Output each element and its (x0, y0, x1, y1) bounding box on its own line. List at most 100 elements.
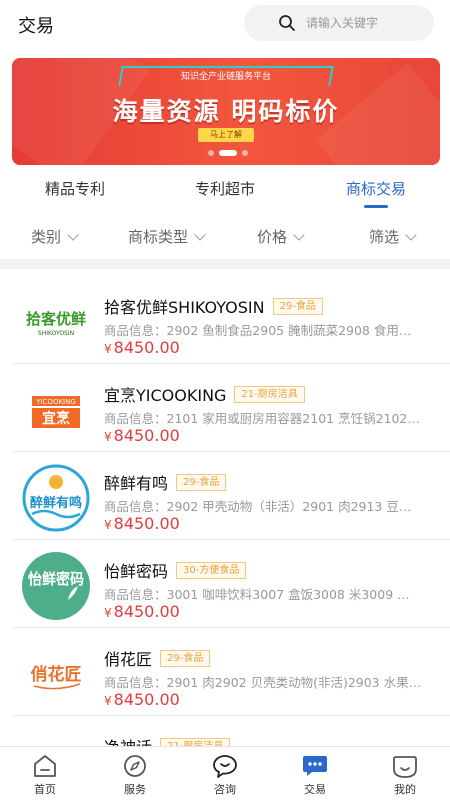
product-info: 商品信息：2902 鱼制食品2905 腌制蔬菜2908 食用… (104, 323, 412, 338)
nav-label: 首页 (34, 783, 56, 796)
chevron-down-icon (405, 228, 417, 241)
price: ¥8450.00 (104, 338, 180, 357)
list-item[interactable]: 净神话 21-厨房洁具 (0, 716, 450, 746)
nav-profile[interactable]: 我的 (360, 747, 450, 800)
top-bar: 交易 (0, 0, 450, 46)
price: ¥8450.00 (104, 426, 180, 445)
category-tag: 29-食品 (176, 474, 227, 491)
pagination-dot[interactable] (242, 150, 248, 156)
trademark-name: 净神话 21-厨房洁具 (104, 734, 231, 746)
price-value: 8450.00 (113, 690, 180, 709)
trademark-name-text: 拾客优鲜SHIKOYOSIN (104, 298, 265, 317)
product-info: 商品信息：2901 肉2902 贝壳类动物(非活)2903 水果… (104, 675, 422, 690)
trademark-name: 俏花匠 29-食品 (104, 646, 211, 670)
trademark-name-text: 醉鲜有鸣 (104, 474, 169, 493)
search-input[interactable] (306, 16, 426, 30)
trademark-logo: 俏花匠 (16, 638, 96, 710)
banner-pagination (208, 150, 248, 156)
trademark-logo: 怡鲜密码 (16, 550, 96, 622)
trademark-logo: 拾客优鲜 SHIKOYOSIN (16, 286, 96, 358)
product-info: 商品信息：2902 甲壳动物（非活）2901 肉2913 豆腐… (104, 499, 422, 514)
currency-symbol: ¥ (104, 518, 112, 532)
price-value: 8450.00 (113, 426, 180, 445)
product-info: 商品信息：2101 家用或厨房用容器2101 烹饪锅2102 … (104, 411, 422, 426)
logo-text: 醉鲜有鸣 (30, 495, 82, 511)
logo-text: 拾客优鲜 (26, 310, 86, 328)
category-tag: 21-厨房洁具 (234, 386, 305, 403)
category-tag: 30-方便食品 (176, 562, 247, 579)
bottom-navigation: 首页 服务 咨询 交易 我的 (0, 746, 450, 800)
trade-icon (303, 756, 327, 776)
filter-price[interactable]: 价格 (257, 226, 305, 247)
promo-banner[interactable]: 知识全产业链服务平台 海量资源 明码标价 马上了解 (12, 58, 440, 165)
trademark-name: 醉鲜有鸣 29-食品 (104, 470, 227, 494)
trademark-logo: 醉鲜有鸣 (16, 462, 96, 534)
logo-subtext: SHIKOYOSIN (38, 330, 74, 337)
tab-trademark-trade[interactable]: 商标交易 (346, 178, 406, 199)
price: ¥8450.00 (104, 602, 180, 621)
trademark-name: 拾客优鲜SHIKOYOSIN 29-食品 (104, 294, 323, 318)
price: ¥8450.00 (104, 514, 180, 533)
page-title: 交易 (18, 16, 54, 37)
search-box[interactable] (244, 5, 434, 41)
banner-cta-button[interactable]: 马上了解 (198, 128, 254, 142)
price-value: 8450.00 (113, 338, 180, 357)
filter-label: 价格 (257, 228, 288, 246)
category-tabs: 精品专利 专利超市 商标交易 (0, 168, 450, 210)
trademark-name-text: 俏花匠 (104, 650, 153, 669)
category-tag: 21-厨房洁具 (160, 738, 231, 746)
price-value: 8450.00 (113, 602, 180, 621)
currency-symbol: ¥ (104, 342, 112, 356)
filter-category[interactable]: 类别 (31, 226, 79, 247)
nav-label: 交易 (304, 783, 326, 796)
trademark-name-text: 净神话 (104, 738, 152, 746)
product-info: 商品信息：3001 咖啡饮料3007 盒饭3008 米3009 … (104, 587, 410, 602)
active-tab-indicator (364, 205, 388, 208)
currency-symbol: ¥ (104, 694, 112, 708)
pagination-dot-active[interactable] (219, 150, 237, 156)
list-item[interactable]: 拾客优鲜 SHIKOYOSIN 拾客优鲜SHIKOYOSIN 29-食品 商品信息… (0, 276, 450, 364)
chevron-down-icon (293, 228, 305, 241)
home-icon (34, 755, 56, 777)
list-item[interactable]: 怡鲜密码 怡鲜密码 30-方便食品 商品信息：3001 咖啡饮料3007 盒饭30… (0, 540, 450, 628)
price: ¥8450.00 (104, 690, 180, 709)
tab-premium-patent[interactable]: 精品专利 (45, 178, 105, 199)
pagination-dot[interactable] (208, 150, 214, 156)
banner-subtitle: 知识全产业链服务平台 (180, 72, 271, 82)
filter-trademark-type[interactable]: 商标类型 (128, 226, 206, 247)
nav-label: 咨询 (214, 783, 236, 796)
trademark-name: 怡鲜密码 30-方便食品 (104, 558, 247, 582)
logo-subtext: YICOOKING (35, 398, 76, 406)
nav-label: 服务 (124, 783, 146, 796)
list-item[interactable]: 醉鲜有鸣 醉鲜有鸣 29-食品 商品信息：2902 甲壳动物（非活）2901 肉2… (0, 452, 450, 540)
chevron-down-icon (194, 228, 206, 241)
filter-label: 筛选 (369, 228, 400, 246)
nav-service[interactable]: 服务 (90, 747, 180, 800)
category-tag: 29-食品 (272, 298, 323, 315)
tab-patent-market[interactable]: 专利超市 (195, 178, 255, 199)
logo-text: 宜烹 (42, 410, 70, 427)
category-tag: 29-食品 (160, 650, 211, 667)
nav-consult[interactable]: 咨询 (180, 747, 270, 800)
list-item[interactable]: 俏花匠 俏花匠 29-食品 商品信息：2901 肉2902 贝壳类动物(非活)29… (0, 628, 450, 716)
filter-label: 商标类型 (128, 228, 189, 246)
trademark-name-text: 宜烹YICOOKING (104, 386, 227, 405)
currency-symbol: ¥ (104, 606, 112, 620)
price-value: 8450.00 (113, 514, 180, 533)
banner-headline: 海量资源 明码标价 (112, 97, 340, 126)
filter-label: 类别 (31, 228, 62, 246)
filter-more[interactable]: 筛选 (369, 226, 417, 247)
compass-icon (124, 755, 146, 777)
trademark-logo: YICOOKING 宜烹 (16, 374, 96, 446)
trademark-name: 宜烹YICOOKING 21-厨房洁具 (104, 382, 305, 406)
list-item[interactable]: YICOOKING 宜烹 宜烹YICOOKING 21-厨房洁具 商品信息：210… (0, 364, 450, 452)
chat-icon (213, 755, 237, 778)
section-divider (0, 259, 450, 269)
chevron-down-icon (67, 228, 79, 241)
trademark-name-text: 怡鲜密码 (104, 562, 169, 581)
nav-trade[interactable]: 交易 (270, 747, 360, 800)
nav-home[interactable]: 首页 (0, 747, 90, 800)
nav-label: 我的 (394, 783, 416, 796)
currency-symbol: ¥ (104, 430, 112, 444)
logo-text: 俏花匠 (31, 664, 82, 685)
